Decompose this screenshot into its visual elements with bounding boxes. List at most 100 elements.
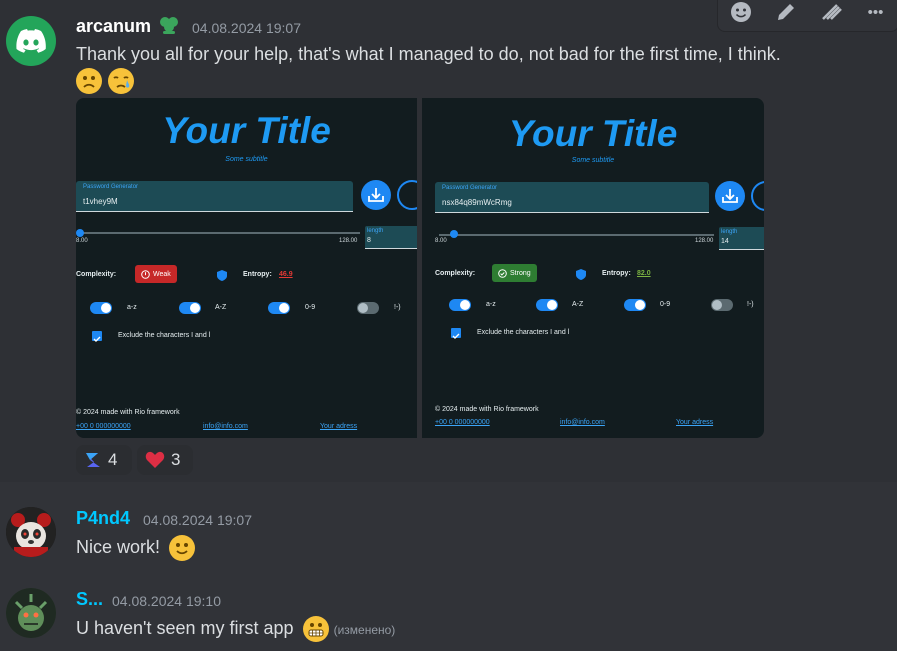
toggle-AZ [536,299,558,311]
avatar[interactable] [6,16,56,66]
toggle-symbols [357,302,379,314]
discord-logo-icon [16,29,46,53]
complexity-value: Strong [510,269,531,277]
exclude-label: Exclude the characters I and l [477,329,570,336]
slightly-smiling-face-icon[interactable] [169,535,196,561]
length-slider [80,232,360,234]
more-icon[interactable]: ••• [861,0,891,27]
password-label: Password Generator [442,185,498,191]
app-subtitle: Some subtitle [571,157,615,164]
message-text: Nice work! [76,535,196,561]
toggle-label: !-) [394,304,401,311]
length-label: length [721,229,738,235]
email-link: info@info.com [560,419,605,426]
slightly-frowning-face-icon[interactable] [76,68,102,94]
slider-max: 128.00 [695,238,714,244]
message-toolbar: ••• [717,0,897,32]
password-value: t1vhey9M [83,197,118,206]
footer-text: © 2024 made with Rio framework [76,409,180,416]
save-icon [361,180,391,210]
password-label: Password Generator [83,184,139,190]
complexity-badge: Strong [492,264,537,282]
shield-icon [217,268,227,286]
toggle-label: 0-9 [660,301,671,308]
length-field: length 8 [365,226,417,249]
phone-link: +00 0 000000000 [435,419,490,426]
reaction-count: 3 [171,450,181,469]
reaction-heart[interactable]: 3 [137,445,193,475]
address-link: Your adress [320,423,358,430]
copy-icon [751,181,764,211]
exclude-label: Exclude the characters I and l [118,332,211,339]
edited-label: (изменено) [333,622,396,637]
app-screenshot-1[interactable]: Your Title Some subtitle Password Genera… [76,98,417,438]
toggle-symbols [711,299,733,311]
role-icon [158,14,180,36]
footer-text: © 2024 made with Rio framework [435,406,539,413]
complexity-value: Weak [153,270,171,278]
length-field: length 14 [719,227,764,250]
entropy-value: 82.0 [637,270,651,277]
toggle-09 [624,299,646,311]
toggle-AZ [179,302,201,314]
toggle-09 [268,302,290,314]
toggle-label: a-z [127,304,137,311]
entropy-label: Entropy: [243,271,272,278]
grimacing-face-icon[interactable] [302,616,329,642]
heart-icon [145,451,165,468]
timestamp: 04.08.2024 19:10 [112,593,221,609]
shield-icon [576,267,586,285]
password-field: Password Generator nsx84q89mWcRmg [435,182,709,213]
slider-knob [76,229,84,237]
slider-min: 8.00 [76,238,88,244]
toggle-label: A-Z [572,301,584,308]
username[interactable]: arcanum [76,16,151,37]
panda-avatar-icon [6,507,56,557]
email-link: info@info.com [203,423,248,430]
alert-icon [141,269,150,279]
message-text: U haven't seen my first app (изменено) [76,616,395,642]
copy-icon [397,180,417,210]
emoji-row [76,68,135,94]
edit-icon[interactable] [771,0,801,27]
slider-max: 128.00 [339,238,358,244]
length-label: length [367,228,384,234]
app-title: Your Title [508,113,678,154]
add-reaction-icon[interactable] [726,0,756,27]
app-title: Your Title [162,110,331,151]
complexity-label: Complexity: [435,270,476,277]
exclude-checkbox [92,331,102,342]
toggle-label: 0-9 [305,304,316,311]
length-value: 8 [367,237,371,244]
slider-min: 8.00 [435,238,447,244]
forward-icon[interactable] [816,0,846,27]
timestamp: 04.08.2024 19:07 [143,512,252,528]
length-slider [439,234,714,236]
save-icon [715,181,745,211]
password-field: Password Generator t1vhey9M [76,181,353,212]
slider-knob [450,230,458,238]
rio-logo-icon [86,453,100,467]
message-body: Nice work! [76,536,161,557]
monster-avatar-icon [6,588,56,638]
message-text: Thank you all for your help, that's what… [76,44,781,64]
avatar[interactable] [6,588,56,638]
length-value: 14 [721,238,729,245]
crying-face-icon[interactable] [108,68,135,94]
app-screenshot-2[interactable]: Your Title Some subtitle Password Genera… [422,98,764,438]
message-body: U haven't seen my first app [76,617,294,638]
toggle-az [90,302,112,314]
entropy-value: 46.9 [279,271,293,278]
toggle-label: a-z [486,301,496,308]
exclude-checkbox [451,328,461,339]
username[interactable]: S... [76,589,103,610]
avatar[interactable] [6,507,56,557]
reaction-rio[interactable]: 4 [76,445,132,475]
app-subtitle: Some subtitle [225,156,268,163]
toggle-label: A-Z [215,304,227,311]
reaction-count: 4 [108,450,118,469]
complexity-label: Complexity: [76,271,117,278]
username[interactable]: P4nd4 [76,508,130,529]
timestamp: 04.08.2024 19:07 [192,20,301,36]
toggle-label: !-) [747,301,754,308]
